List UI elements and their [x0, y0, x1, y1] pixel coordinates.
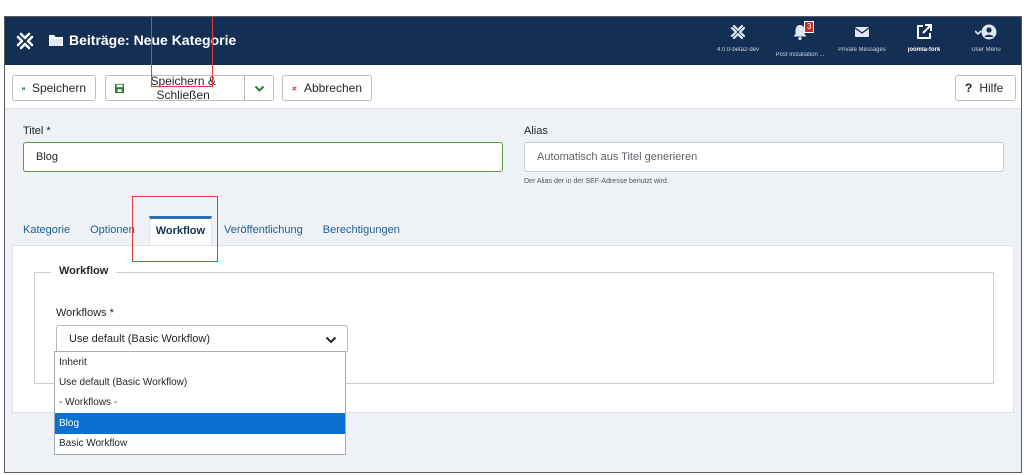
header-private-messages-label: Private Messages [838, 47, 886, 53]
save-button[interactable]: Speichern [12, 75, 96, 101]
dropdown-option-inherit[interactable]: Inherit [55, 352, 345, 372]
envelope-icon [854, 27, 870, 37]
help-label: Hilfe [979, 81, 1004, 95]
close-icon [292, 85, 297, 91]
dropdown-option-use-default[interactable]: Use default (Basic Workflow) [55, 372, 345, 392]
save-icon [115, 83, 125, 93]
cancel-label: Abbrechen [303, 81, 362, 95]
tab-veroeffentlichung[interactable]: Veröffentlichung [218, 216, 309, 246]
help-button[interactable]: ? Hilfe [955, 75, 1016, 101]
help-icon: ? [965, 81, 973, 95]
header-post-installation[interactable]: 3 Post Installation ... [773, 21, 827, 58]
dropdown-option-group-header: - Workflows - [59, 397, 118, 409]
header-version[interactable]: 4.0.0-beta2-dev [711, 23, 765, 58]
tab-berechtigungen[interactable]: Berechtigungen [317, 216, 406, 246]
header-site-link[interactable]: joomla-fork [897, 23, 951, 58]
folder-icon [49, 35, 63, 46]
workflow-legend: Workflow [51, 265, 117, 277]
browser-frame: Beiträge: Neue Kategorie 4.0.0-beta2-dev… [4, 16, 1022, 473]
header-private-messages[interactable]: Private Messages [835, 23, 889, 58]
header-site-link-label: joomla-fork [907, 47, 941, 53]
save-icon [22, 86, 25, 90]
workflows-label: Workflows * [56, 307, 114, 319]
workflows-dropdown-list: Inherit Use default (Basic Workflow) - W… [54, 351, 346, 455]
header-user-menu-label: User Menu [971, 47, 1001, 53]
workflows-select[interactable]: Use default (Basic Workflow) [56, 325, 348, 353]
alias-placeholder: Automatisch aus Titel generieren [537, 151, 698, 163]
user-icon [975, 24, 997, 40]
external-link-icon [917, 24, 932, 39]
alias-hint: Der Alias der in der SEF-Adresse benutzt… [524, 178, 669, 185]
notification-badge: 3 [804, 21, 815, 33]
save-label: Speichern [31, 81, 86, 95]
joomla-icon [730, 24, 746, 40]
header-post-installation-label: Post Installation ... [775, 52, 825, 58]
chevron-down-icon [254, 85, 264, 92]
alias-label: Alias [524, 125, 548, 137]
highlight-marker [151, 17, 213, 87]
workflows-select-value: Use default (Basic Workflow) [69, 333, 211, 345]
header-version-label: 4.0.0-beta2-dev [716, 47, 760, 53]
joomla-logo-icon[interactable] [15, 31, 35, 51]
title-label: Titel * [23, 125, 51, 137]
tab-kategorie[interactable]: Kategorie [17, 216, 76, 246]
cancel-button[interactable]: Abbrechen [282, 75, 372, 101]
header-user-menu[interactable]: User Menu [959, 23, 1013, 58]
title-input-value: Blog [36, 151, 59, 163]
dropdown-option-basic-workflow[interactable]: Basic Workflow [55, 434, 345, 454]
title-input[interactable]: Blog [23, 142, 503, 172]
chevron-down-icon [325, 336, 337, 344]
highlight-marker [132, 196, 218, 262]
dropdown-option-blog[interactable]: Blog [55, 413, 345, 434]
alias-input[interactable]: Automatisch aus Titel generieren [524, 142, 1004, 172]
header-menu: 4.0.0-beta2-dev 3 Post Installation ... [703, 21, 1013, 58]
save-options-dropdown-button[interactable] [244, 75, 274, 101]
